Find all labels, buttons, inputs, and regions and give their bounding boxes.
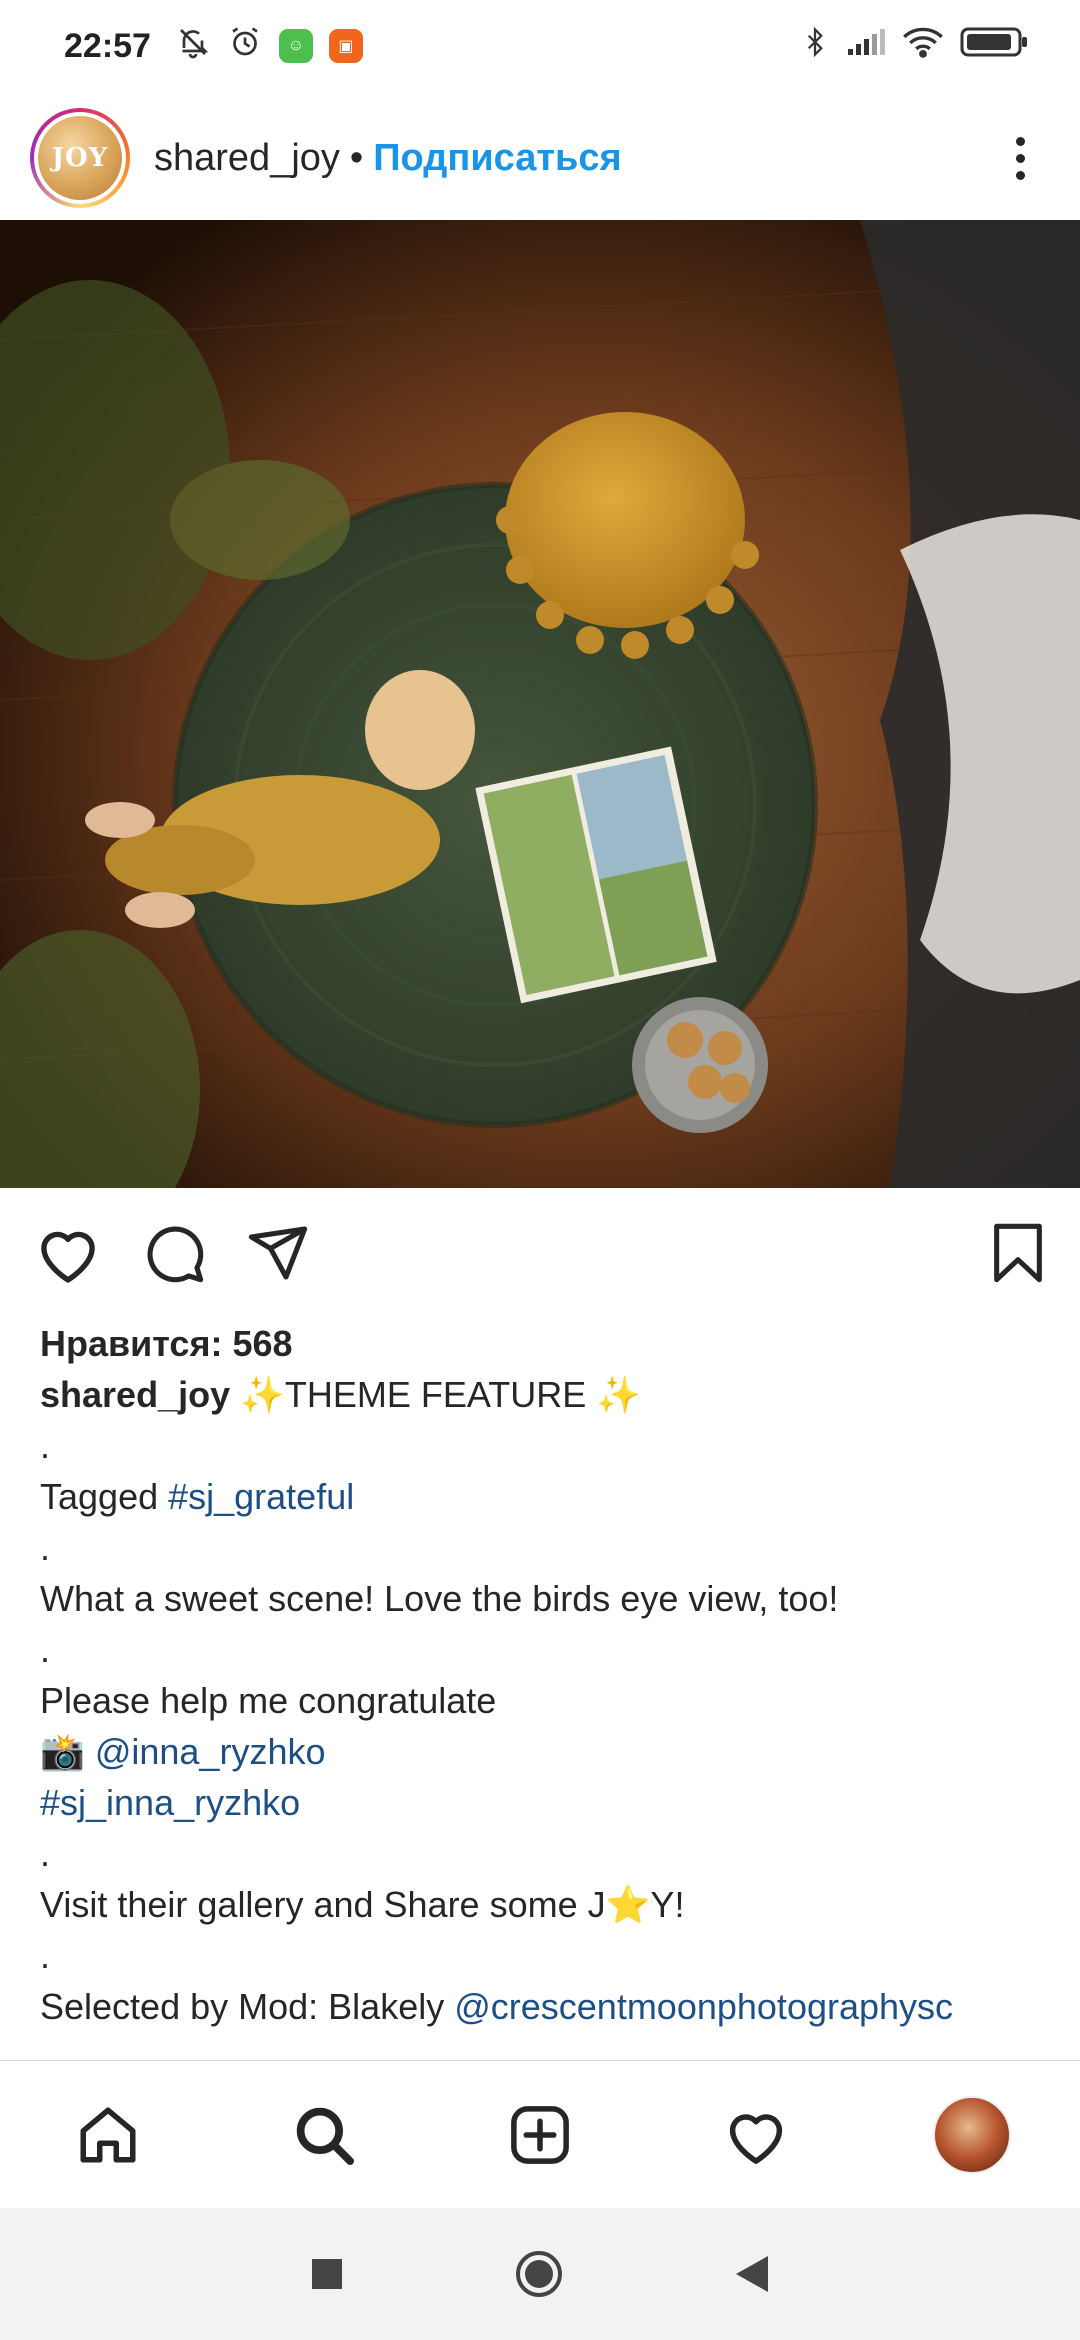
status-left: 22:57 ☺ ▣ [64, 24, 363, 69]
system-navigation [0, 2208, 1080, 2340]
search-icon[interactable] [264, 2075, 384, 2195]
status-bar: 22:57 ☺ ▣ [0, 0, 1080, 92]
new-post-icon[interactable] [480, 2075, 600, 2195]
mention-crescentmoon[interactable]: @crescentmoonphotographysc [454, 1986, 953, 2027]
back-triangle-icon[interactable] [734, 2254, 770, 2294]
hashtag-sj-inna-ryzhko[interactable]: #sj_inna_ryzhko [40, 1777, 1050, 1828]
post-header: JOY shared_joy • Подписаться [0, 96, 1080, 220]
wifi-icon [902, 25, 944, 68]
caption-username[interactable]: shared_joy [40, 1374, 230, 1415]
caption-sweet-line: What a sweet scene! Love the birds eye v… [40, 1578, 839, 1619]
caption-dot: . [40, 1629, 51, 1670]
signal-icon [846, 27, 886, 66]
recents-square-icon[interactable] [310, 2257, 344, 2291]
caption-selected-line: Selected by Mod: Blakely @crescentmoonph… [40, 1981, 1050, 2032]
home-icon[interactable] [48, 2075, 168, 2195]
mention-inna-ryzhko[interactable]: @inna_ryzhko [95, 1731, 326, 1772]
activity-heart-icon[interactable] [696, 2075, 816, 2195]
camera-emoji: 📸 [40, 1731, 95, 1772]
tagged-prefix: Tagged [40, 1476, 169, 1517]
bottom-navigation [0, 2060, 1080, 2209]
home-circle-icon[interactable] [514, 2249, 564, 2299]
caption-congrats-line: Please help me congratulate [40, 1680, 497, 1721]
post-actions [0, 1188, 1080, 1318]
post-username[interactable]: shared_joy [154, 137, 340, 180]
caption-mention-line: 📸 @inna_ryzhko [40, 1726, 1050, 1777]
caption-first-line: shared_joy ✨THEME FEATURE ✨ [40, 1369, 1050, 1420]
header-separator: • [349, 136, 364, 179]
profile-tab[interactable] [912, 2075, 1032, 2195]
status-time: 22:57 [64, 26, 151, 65]
avatar-image: JOY [38, 116, 122, 200]
photo-illustration [0, 220, 1080, 1188]
silent-bell-icon [175, 24, 211, 69]
share-icon[interactable] [246, 1221, 310, 1285]
bookmark-icon[interactable] [990, 1221, 1046, 1285]
selected-prefix: Selected by Mod: Blakely [40, 1986, 455, 2027]
caption-visit-line: Visit their gallery and Share some J⭐Y! [40, 1884, 685, 1925]
app-badge-green-icon: ☺ [278, 29, 313, 63]
app-badge-orange-icon: ▣ [328, 29, 363, 63]
comment-icon[interactable] [142, 1221, 206, 1285]
profile-avatar [933, 2096, 1011, 2174]
post-caption: Нравится: 568 shared_joy ✨THEME FEATURE … [40, 1318, 1050, 2032]
post-photo[interactable] [0, 220, 1080, 1188]
caption-dot: . [40, 1425, 51, 1466]
caption-tagged-line: Tagged #sj_grateful [40, 1471, 1050, 1522]
hashtag-sj-grateful[interactable]: #sj_grateful [168, 1476, 354, 1517]
caption-dot: . [40, 1833, 51, 1874]
status-right [800, 24, 1030, 69]
more-options-icon[interactable] [990, 118, 1050, 198]
caption-dot: . [40, 1527, 51, 1568]
follow-button[interactable]: Подписаться [373, 137, 621, 180]
caption-theme-text: ✨THEME FEATURE ✨ [230, 1374, 642, 1415]
alarm-icon [227, 24, 263, 69]
battery-icon [960, 25, 1030, 68]
like-icon[interactable] [34, 1221, 102, 1285]
avatar-inner: JOY [34, 112, 126, 204]
likes-count[interactable]: Нравится: 568 [40, 1318, 1050, 1369]
bluetooth-icon [800, 24, 830, 69]
caption-dot: . [40, 1935, 51, 1976]
avatar[interactable]: JOY [30, 108, 130, 208]
